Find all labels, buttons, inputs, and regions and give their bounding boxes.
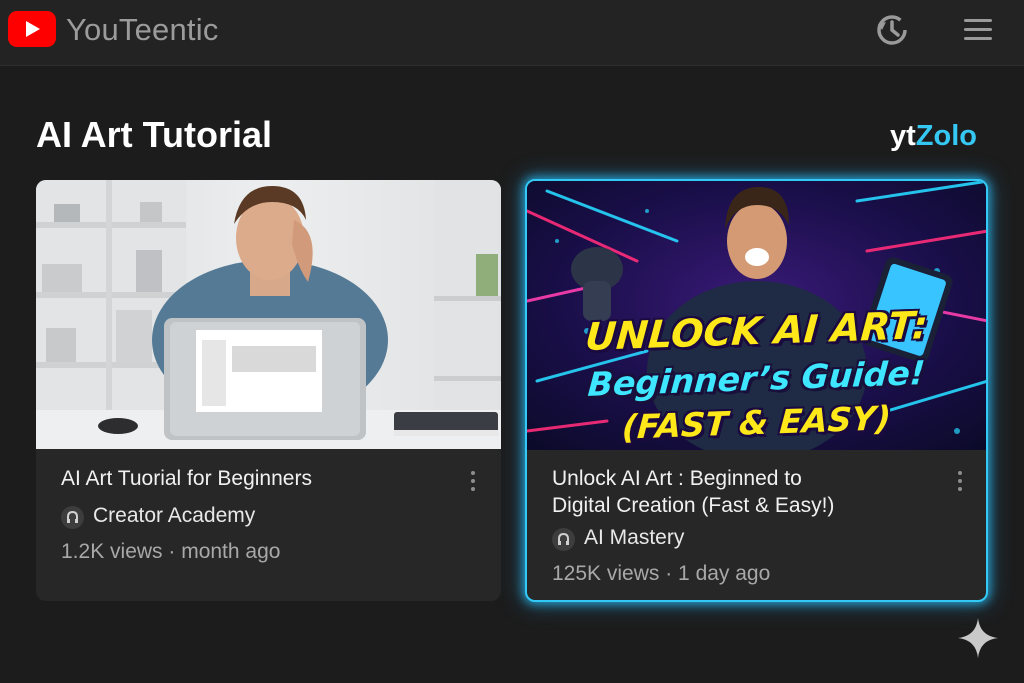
- more-vertical-icon[interactable]: [465, 468, 481, 494]
- video-thumbnail[interactable]: UNLOCK AI ART: Beginner’s Guide! (FAST &…: [527, 181, 986, 450]
- app-title[interactable]: YouTeentic: [66, 12, 219, 48]
- youtube-play-logo-icon[interactable]: [8, 11, 56, 47]
- top-app-bar: YouTeentic: [0, 0, 1024, 66]
- video-title-line2[interactable]: Digital Creation (Fast & Easy!): [552, 492, 834, 519]
- video-thumbnail[interactable]: [36, 180, 501, 449]
- section-title: AI Art Tutorial: [36, 114, 272, 155]
- channel-avatar-icon: [552, 528, 575, 551]
- video-meta: 1.2K views · month ago: [61, 540, 281, 563]
- video-card-highlighted[interactable]: UNLOCK AI ART: Beginner’s Guide! (FAST &…: [525, 179, 988, 602]
- sparkle-icon: [956, 616, 1000, 660]
- video-meta: 125K views · 1 day ago: [552, 562, 771, 585]
- video-title-line1[interactable]: Unlock AI Art : Beginned to: [552, 465, 802, 492]
- more-vertical-icon[interactable]: [952, 468, 968, 494]
- video-title[interactable]: AI Art Tuorial for Beginners: [61, 465, 312, 492]
- channel-name[interactable]: AI Mastery: [584, 526, 684, 550]
- history-icon[interactable]: [872, 10, 912, 50]
- channel-avatar-icon: [61, 506, 84, 529]
- brand-watermark: ytZolo: [890, 120, 977, 153]
- brand-part-zolo: Zolo: [915, 120, 977, 152]
- channel-name[interactable]: Creator Academy: [93, 504, 255, 528]
- brand-part-yt: yt: [890, 120, 916, 152]
- hamburger-menu-icon[interactable]: [960, 14, 996, 44]
- video-card[interactable]: AI Art Tuorial for Beginners Creator Aca…: [36, 180, 501, 601]
